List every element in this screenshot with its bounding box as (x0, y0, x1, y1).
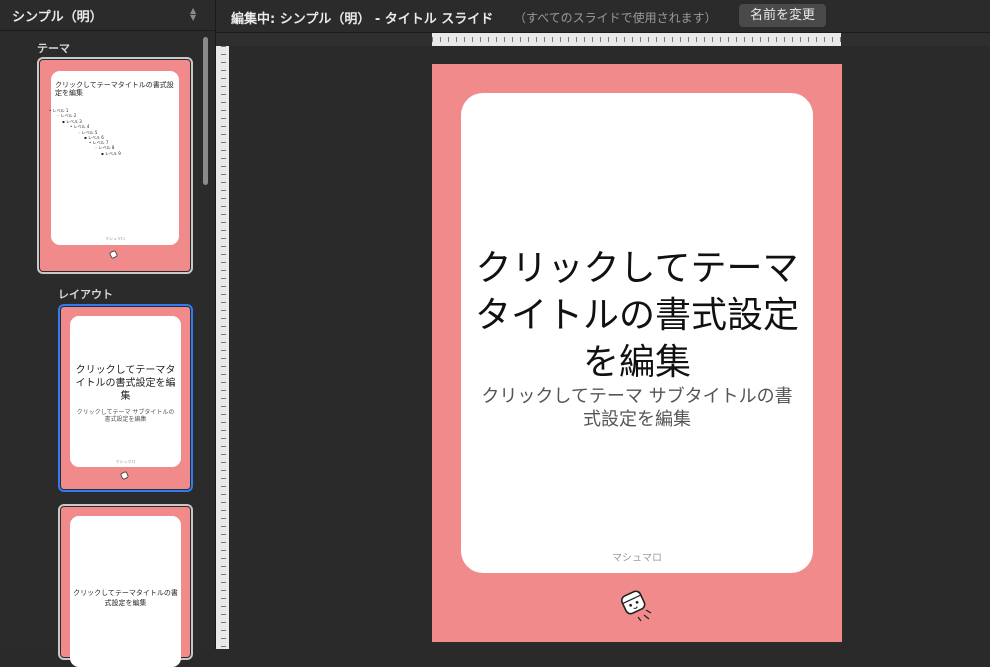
layout-sidebar: シンプル（明） ▲ ▼ テーマ クリックしてテーマタイトルの書式設定を編集 • レ… (0, 0, 216, 667)
marshmallow-icon (120, 471, 129, 480)
ruler-scale (432, 33, 841, 46)
sidebar-scrollbar[interactable] (203, 37, 208, 185)
editing-header: 編集中: シンプル（明） - タイトル スライド （すべてのスライドで使用されま… (216, 0, 990, 33)
editing-note: （すべてのスライドで使用されます） (514, 11, 717, 25)
thumbnail-level-2: ◦ レベル 2 (57, 113, 77, 118)
thumbnail-card: クリックしてテーマタイトルの書式設定を編集 クリックしてテーマ サブタイトルの書… (70, 316, 181, 467)
up-down-chevron-icon: ▲ ▼ (190, 6, 197, 22)
marshmallow-icon[interactable] (619, 588, 655, 622)
thumbnail-footer: マシュマロ (115, 459, 136, 464)
slide-content-card: クリックしてテーマタイトルの書式設定を編集 クリックしてテーマ サブタイトルの書… (461, 93, 813, 573)
layout-thumbnail-title-only[interactable]: クリックしてテーマタイトルの書式設定を編集 (58, 504, 193, 667)
thumbnail-card: クリックしてテーマタイトルの書式設定を編集 (70, 516, 181, 667)
theme-name: シンプル（明） (12, 10, 103, 25)
slide-subtitle-placeholder[interactable]: クリックしてテーマ サブタイトルの書式設定を編集 (473, 385, 801, 431)
thumbnail-subtitle: クリックしてテーマ サブタイトルの書式設定を編集 (76, 409, 175, 423)
thumbnail-title: クリックしてテーマタイトルの書式設定を編集 (55, 81, 174, 97)
thumbnail-title: クリックしてテーマタイトルの書式設定を編集 (75, 365, 176, 402)
vertical-ruler[interactable] (216, 46, 229, 649)
thumbnail-footer: マシュマロ (105, 236, 125, 241)
layout-section-label: レイアウト (58, 288, 113, 301)
layout-thumbnail-title-slide[interactable]: クリックしてテーマタイトルの書式設定を編集 クリックしてテーマ サブタイトルの書… (58, 304, 193, 492)
thumbnail-level-9: ▪ レベル 9 (101, 151, 121, 156)
horizontal-ruler[interactable] (216, 33, 990, 46)
thumbnail-card: クリックしてテーマタイトルの書式設定を編集 • レベル 1 ◦ レベル 2 ▪ … (49, 71, 179, 245)
slide-footer-text[interactable]: マシュマロ (461, 549, 813, 564)
theme-selector[interactable]: シンプル（明） ▲ ▼ (0, 0, 215, 31)
marshmallow-icon (109, 250, 118, 259)
rename-button[interactable]: 名前を変更 (739, 4, 826, 27)
theme-section-label: テーマ (37, 42, 70, 55)
editing-title: 編集中: シンプル（明） - タイトル スライド (231, 12, 494, 27)
slide-title-placeholder[interactable]: クリックしてテーマタイトルの書式設定を編集 (461, 245, 813, 386)
thumbnail-title: クリックしてテーマタイトルの書式設定を編集 (73, 589, 178, 607)
theme-master-thumbnail[interactable]: クリックしてテーマタイトルの書式設定を編集 • レベル 1 ◦ レベル 2 ▪ … (37, 57, 193, 274)
slide[interactable]: クリックしてテーマタイトルの書式設定を編集 クリックしてテーマ サブタイトルの書… (432, 64, 842, 642)
thumbnail-level-4: • レベル 4 (70, 124, 90, 129)
thumbnail-level-8: ◦ レベル 8 (95, 145, 115, 150)
